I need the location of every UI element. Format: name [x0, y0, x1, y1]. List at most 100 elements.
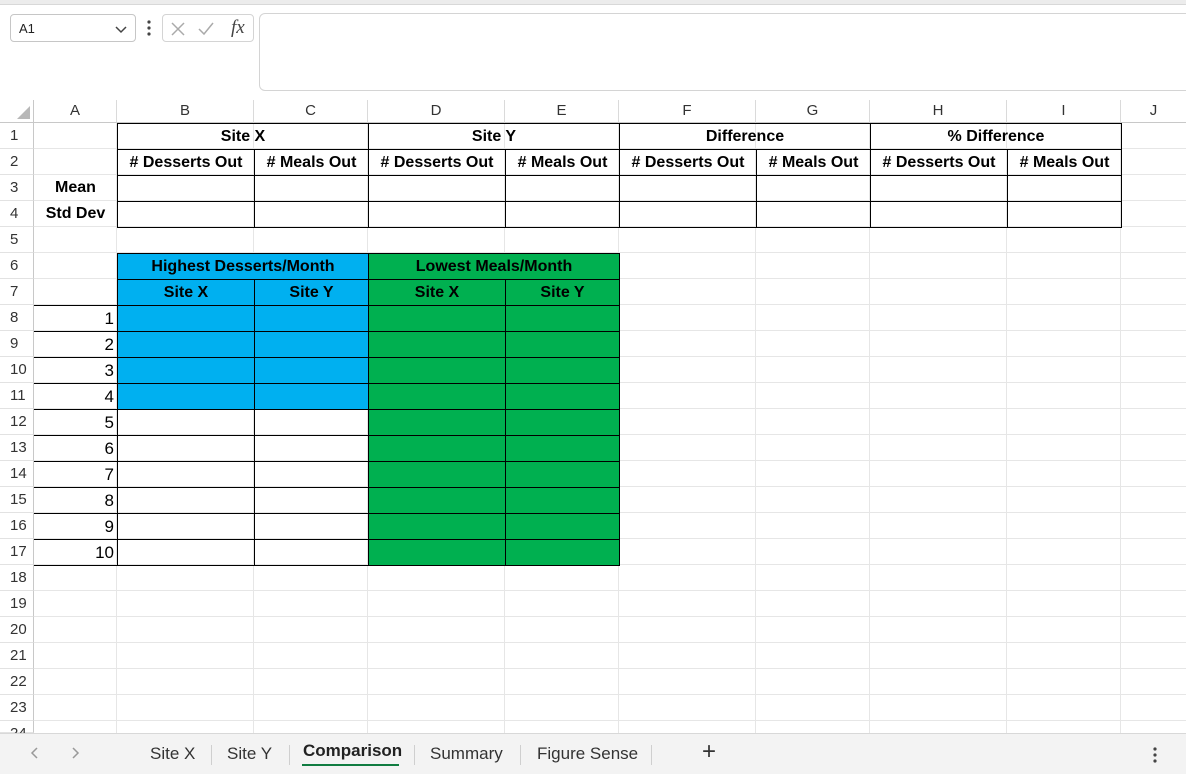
- row-label-mean[interactable]: Mean: [34, 175, 117, 201]
- row-header[interactable]: 18: [0, 565, 34, 591]
- stat-cell[interactable]: [619, 201, 757, 228]
- row-header[interactable]: 7: [0, 279, 34, 305]
- stat-cell[interactable]: [117, 201, 255, 228]
- highest-desserts-cell[interactable]: [117, 461, 255, 488]
- stat-cell[interactable]: [505, 175, 620, 202]
- row-header[interactable]: 22: [0, 669, 34, 695]
- highest-desserts-cell[interactable]: [254, 305, 369, 332]
- lowest-meals-cell[interactable]: [505, 331, 620, 358]
- table1-group-difference[interactable]: Difference: [619, 123, 871, 150]
- stat-cell[interactable]: [1007, 201, 1122, 228]
- lowest-meals-cell[interactable]: [368, 435, 506, 462]
- row-header[interactable]: 8: [0, 305, 34, 331]
- row-label-std-dev[interactable]: Std Dev: [34, 201, 117, 227]
- lowest-meals-cell[interactable]: [505, 435, 620, 462]
- column-header-c[interactable]: C: [254, 100, 368, 123]
- table1-subheader[interactable]: # Desserts Out: [619, 149, 757, 176]
- lowest-site-y-header[interactable]: Site Y: [505, 279, 620, 306]
- add-sheet-button[interactable]: +: [702, 738, 716, 766]
- tab-figure-sense[interactable]: Figure Sense: [537, 744, 638, 764]
- stat-cell[interactable]: [756, 175, 871, 202]
- stat-cell[interactable]: [368, 201, 506, 228]
- lowest-meals-cell[interactable]: [505, 357, 620, 384]
- highest-desserts-cell[interactable]: [254, 487, 369, 514]
- tab-comparison[interactable]: Comparison: [303, 741, 402, 761]
- lowest-meals-cell[interactable]: [368, 513, 506, 540]
- rank-cell[interactable]: 8: [34, 487, 118, 514]
- highest-desserts-cell[interactable]: [117, 357, 255, 384]
- highest-desserts-cell[interactable]: [254, 383, 369, 410]
- lowest-meals-cell[interactable]: [505, 513, 620, 540]
- highest-desserts-cell[interactable]: [117, 305, 255, 332]
- highest-desserts-cell[interactable]: [117, 409, 255, 436]
- column-header-b[interactable]: B: [117, 100, 254, 123]
- lowest-meals-cell[interactable]: [368, 461, 506, 488]
- lowest-meals-cell[interactable]: [505, 305, 620, 332]
- name-box[interactable]: A1: [10, 14, 136, 42]
- cancel-icon[interactable]: [169, 20, 187, 38]
- row-header[interactable]: 19: [0, 591, 34, 617]
- table1-group-site-x[interactable]: Site X: [117, 123, 369, 150]
- table1-subheader[interactable]: # Meals Out: [254, 149, 369, 176]
- lowest-meals-header[interactable]: Lowest Meals/Month: [368, 253, 620, 280]
- column-header-d[interactable]: D: [368, 100, 505, 123]
- select-all-corner[interactable]: [0, 100, 34, 123]
- rank-cell[interactable]: 4: [34, 383, 118, 410]
- row-header[interactable]: 6: [0, 253, 34, 279]
- stat-cell[interactable]: [254, 175, 369, 202]
- row-header[interactable]: 10: [0, 357, 34, 383]
- row-header[interactable]: 13: [0, 435, 34, 461]
- row-header[interactable]: 4: [0, 201, 34, 227]
- row-header[interactable]: 9: [0, 331, 34, 357]
- lowest-meals-cell[interactable]: [368, 305, 506, 332]
- column-header-a[interactable]: A: [34, 100, 117, 123]
- table1-subheader[interactable]: # Meals Out: [756, 149, 871, 176]
- column-header-j[interactable]: J: [1121, 100, 1186, 123]
- tab-summary[interactable]: Summary: [430, 744, 503, 764]
- lowest-meals-cell[interactable]: [368, 487, 506, 514]
- highest-desserts-header[interactable]: Highest Desserts/Month: [117, 253, 369, 280]
- table1-subheader[interactable]: # Desserts Out: [117, 149, 255, 176]
- lowest-site-x-header[interactable]: Site X: [368, 279, 506, 306]
- row-header[interactable]: 21: [0, 643, 34, 669]
- lowest-meals-cell[interactable]: [505, 409, 620, 436]
- lowest-meals-cell[interactable]: [505, 461, 620, 488]
- highest-site-y-header[interactable]: Site Y: [254, 279, 369, 306]
- rank-cell[interactable]: 6: [34, 435, 118, 462]
- highest-desserts-cell[interactable]: [254, 461, 369, 488]
- table1-group-pct-difference[interactable]: % Difference: [870, 123, 1122, 150]
- highest-desserts-cell[interactable]: [117, 435, 255, 462]
- chevron-down-icon[interactable]: [113, 21, 129, 37]
- stat-cell[interactable]: [870, 201, 1008, 228]
- tab-site-x[interactable]: Site X: [150, 744, 195, 764]
- stat-cell[interactable]: [619, 175, 757, 202]
- formula-input[interactable]: [259, 13, 1186, 91]
- row-header[interactable]: 5: [0, 227, 34, 253]
- highest-desserts-cell[interactable]: [254, 331, 369, 358]
- highest-desserts-cell[interactable]: [254, 513, 369, 540]
- rank-cell[interactable]: 10: [34, 539, 118, 566]
- lowest-meals-cell[interactable]: [368, 357, 506, 384]
- row-header[interactable]: 11: [0, 383, 34, 409]
- highest-desserts-cell[interactable]: [117, 331, 255, 358]
- row-header[interactable]: 1: [0, 123, 34, 149]
- stat-cell[interactable]: [1007, 175, 1122, 202]
- rank-cell[interactable]: 9: [34, 513, 118, 540]
- tab-site-y[interactable]: Site Y: [227, 744, 272, 764]
- row-header[interactable]: 3: [0, 175, 34, 201]
- rank-cell[interactable]: 1: [34, 305, 118, 332]
- table1-group-site-y[interactable]: Site Y: [368, 123, 620, 150]
- highest-desserts-cell[interactable]: [254, 539, 369, 566]
- highest-desserts-cell[interactable]: [254, 409, 369, 436]
- column-header-e[interactable]: E: [505, 100, 619, 123]
- scroll-tabs-right-icon[interactable]: [68, 745, 82, 761]
- lowest-meals-cell[interactable]: [505, 383, 620, 410]
- column-header-f[interactable]: F: [619, 100, 756, 123]
- highest-desserts-cell[interactable]: [254, 435, 369, 462]
- stat-cell[interactable]: [505, 201, 620, 228]
- stat-cell[interactable]: [870, 175, 1008, 202]
- row-header[interactable]: 2: [0, 149, 34, 175]
- row-header[interactable]: 16: [0, 513, 34, 539]
- row-header[interactable]: 17: [0, 539, 34, 565]
- row-header[interactable]: 24: [0, 721, 34, 733]
